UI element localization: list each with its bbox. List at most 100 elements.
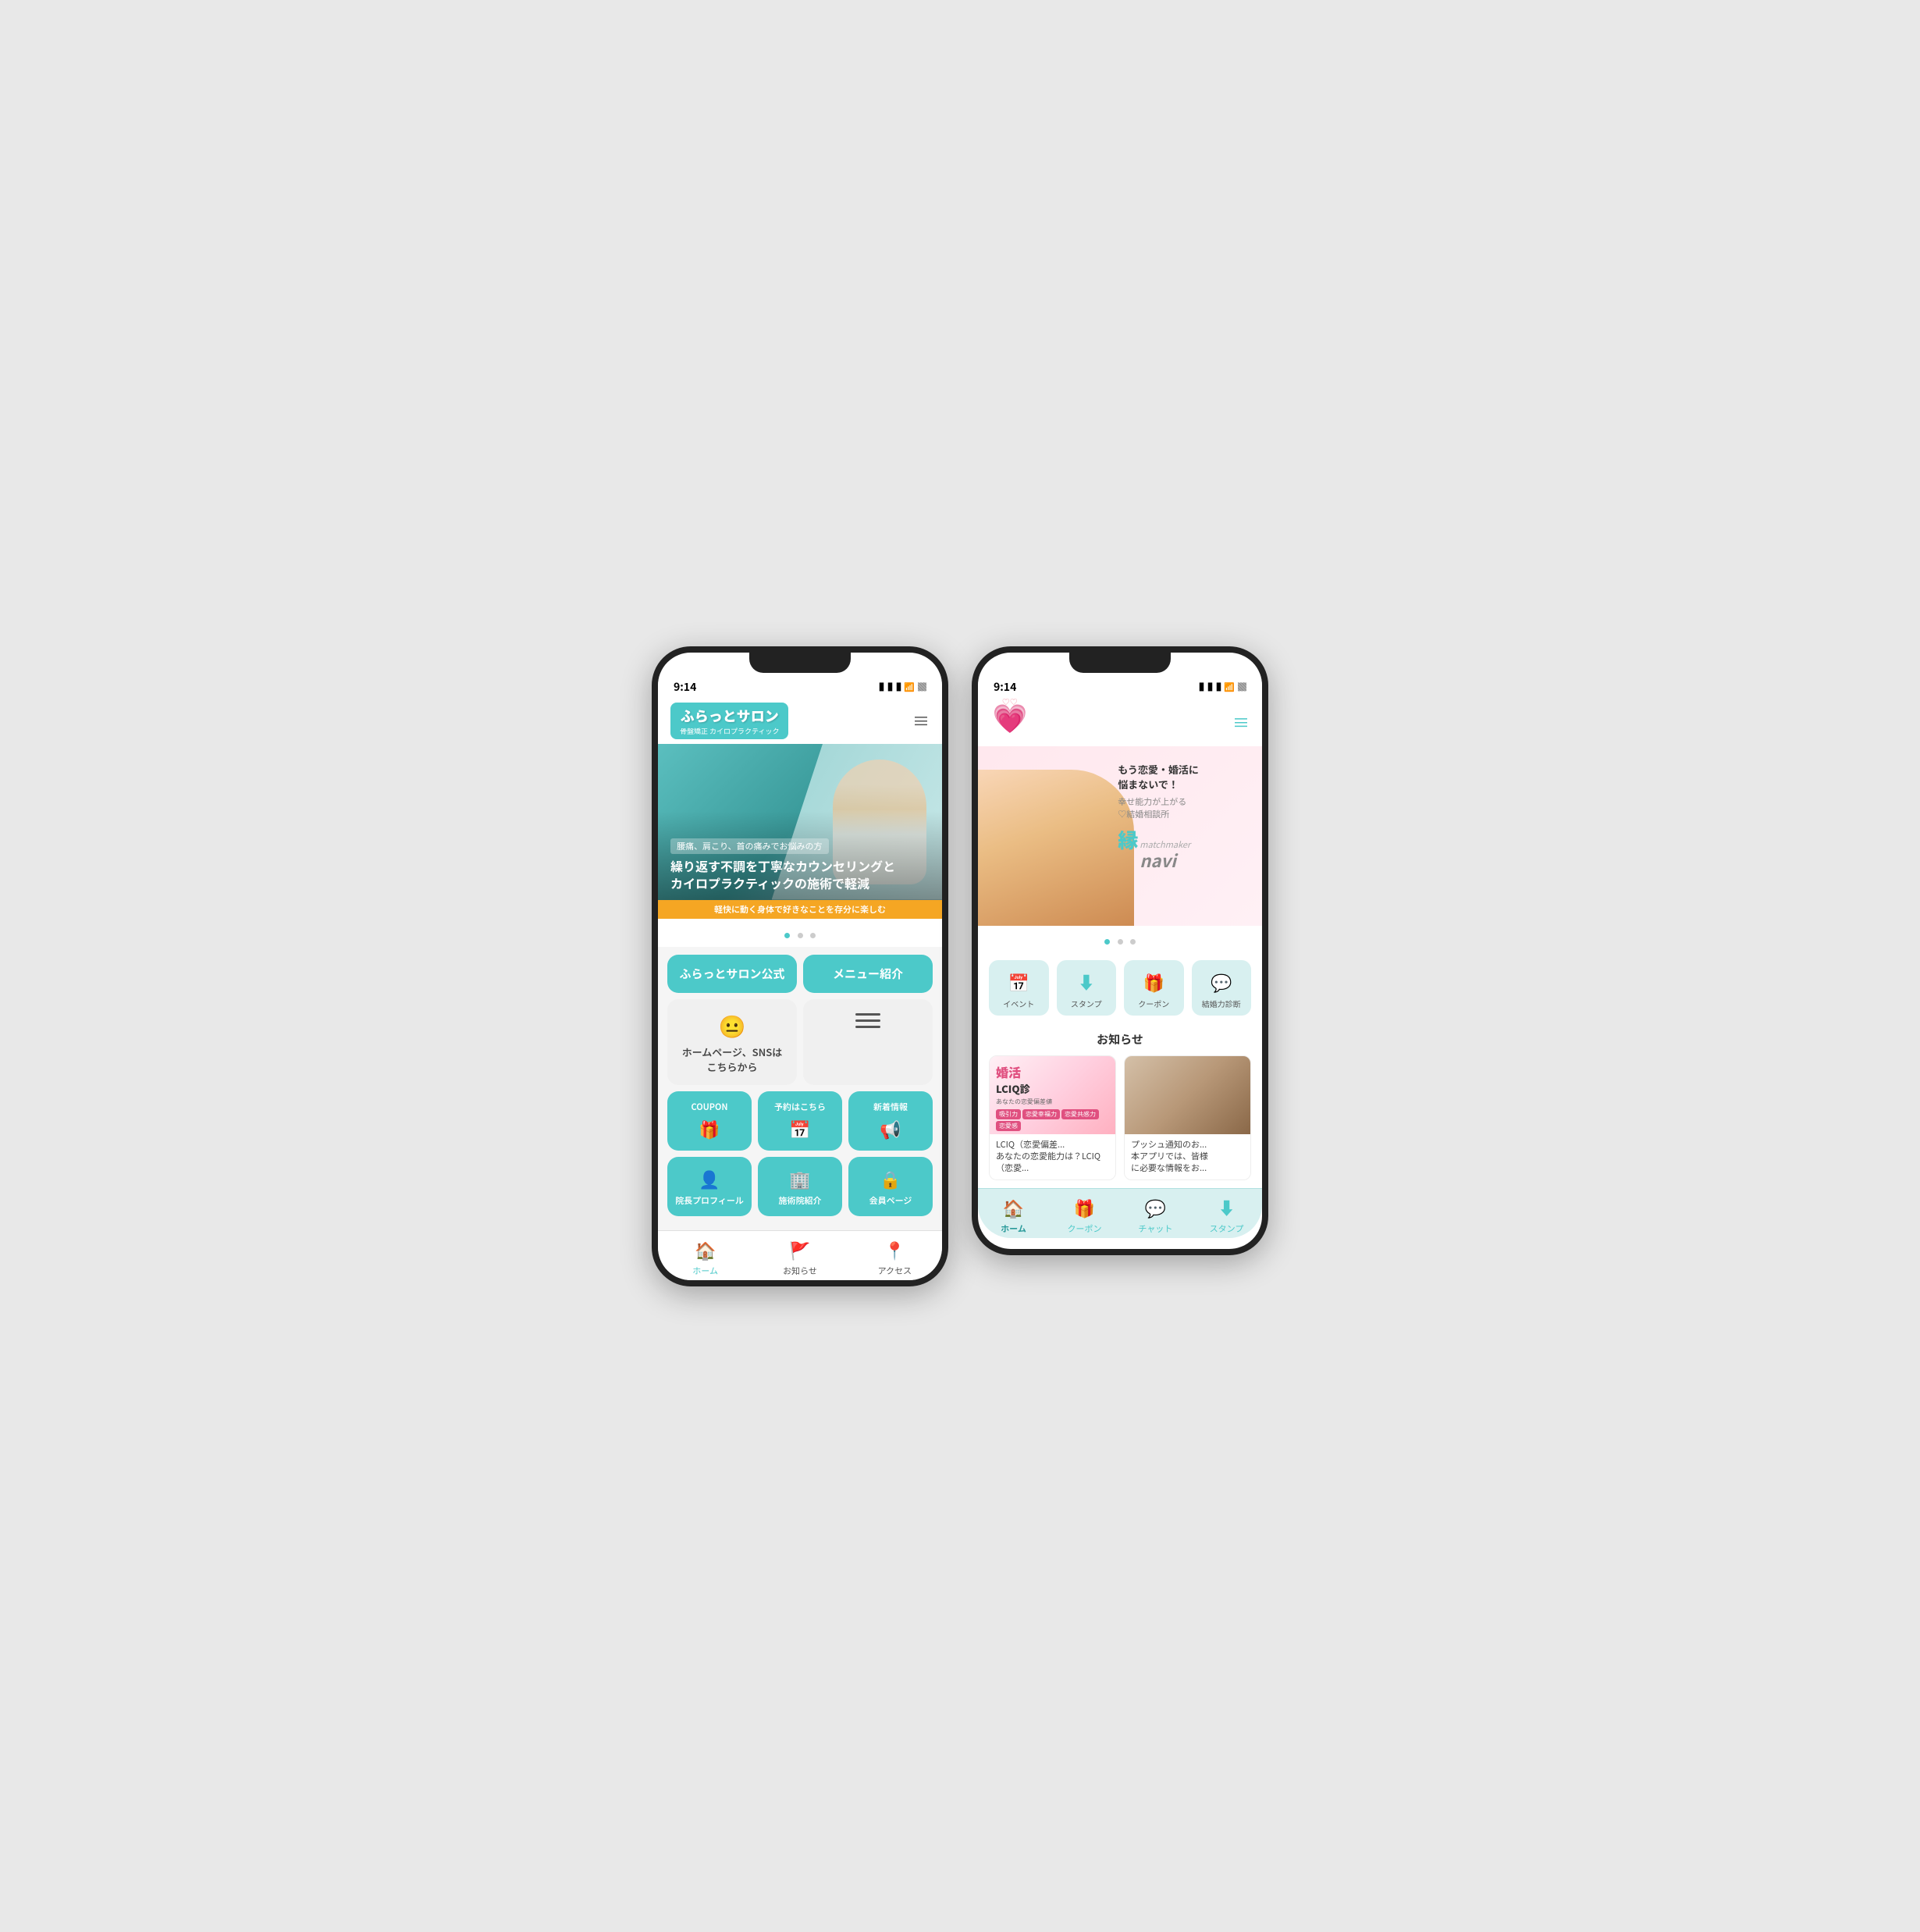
hero-text-area-2: もう恋愛・婚活に悩まないで！ 幸せ能力が上がる♡結婚相談所 縁 matchmak…: [1118, 762, 1254, 871]
btn-event[interactable]: 📅 イベント: [989, 960, 1049, 1016]
hero-text1-2: もう恋愛・婚活に悩まないで！: [1118, 762, 1254, 792]
hero-brand: 縁 matchmaker navi: [1118, 825, 1254, 871]
battery-icon-1: ▓: [918, 681, 926, 693]
btn-salon-official[interactable]: ふらっとサロン公式: [667, 955, 797, 993]
notch-1: [749, 653, 851, 673]
hamburger-icon-2[interactable]: ≡: [1232, 710, 1250, 735]
btn-news[interactable]: 新着情報 📢: [848, 1091, 933, 1151]
thumb1-tags: 吸引力 恋愛幸福力 恋愛共感力 恋愛感: [996, 1109, 1109, 1131]
tag-2: 恋愛幸福力: [1022, 1109, 1060, 1119]
nav2-chat-label: チャット: [1139, 1222, 1173, 1235]
hero-text1-1: 腰痛、肩こり、首の痛みでお悩みの方: [670, 838, 829, 854]
home-icon-1: 🏠: [695, 1237, 716, 1262]
event-label: イベント: [992, 998, 1046, 1009]
news-thumb-1: 婚活 LCIQ診 あなたの恋愛偏差値 吸引力 恋愛幸福力 恋愛共感力 恋愛感: [990, 1056, 1115, 1134]
thumb1-title: 婚活: [996, 1062, 1109, 1081]
news-thumb-2: [1125, 1056, 1250, 1134]
stamp-icon: ⬇: [1060, 970, 1114, 994]
hero-person-2: [978, 770, 1134, 926]
btn-reservation-label: 予約はこちら: [774, 1101, 826, 1113]
phone-2: 9:14 ▐▐▐ 📶 ▓ 💗 ≡: [972, 646, 1268, 1255]
news-desc-1: LCIQ（恋愛偏差...あなたの恋愛能力は？LCIQ（恋愛...: [996, 1139, 1109, 1175]
news-body-2: プッシュ通知のお...本アプリでは、皆様に必要な情報をお...: [1125, 1134, 1250, 1179]
btn-clinic[interactable]: 🏢 施術院紹介: [758, 1157, 842, 1216]
nav-news-1[interactable]: 🚩 お知らせ: [752, 1237, 847, 1277]
grid-row-4: 👤 院長プロフィール 🏢 施術院紹介 🔒 会員ページ: [667, 1157, 933, 1216]
thumb1-sub: LCIQ診: [996, 1081, 1109, 1096]
wifi-icon-2: 📶: [1224, 681, 1235, 693]
logo-1[interactable]: ふらっとサロン 骨盤矯正 カイロプラクティック: [670, 703, 788, 739]
btn-stamp[interactable]: ⬇ スタンプ: [1057, 960, 1117, 1016]
carousel-dots-1: [658, 919, 942, 947]
news-desc-2: プッシュ通知のお...本アプリでは、皆様に必要な情報をお...: [1131, 1139, 1244, 1175]
hero-text2-2: 幸せ能力が上がる♡結婚相談所: [1118, 795, 1254, 820]
dot2-2: [1118, 939, 1123, 945]
nav-news-label-1: お知らせ: [783, 1265, 817, 1277]
icon-grid-2: 📅 イベント ⬇ スタンプ 🎁 クーポン 💬 結婚力診断: [978, 952, 1262, 1023]
menu-lines-icon: [855, 1013, 880, 1028]
nav2-stamp[interactable]: ⬇ スタンプ: [1191, 1195, 1262, 1235]
nav2-coupon[interactable]: 🎁 クーポン: [1049, 1195, 1120, 1235]
signal-icon-2: ▐▐▐: [1195, 681, 1221, 693]
hamburger-icon-1[interactable]: ≡: [912, 708, 930, 733]
signal-icon-1: ▐▐▐: [875, 681, 901, 693]
status-bar-2: 9:14 ▐▐▐ 📶 ▓: [978, 673, 1262, 698]
phone-1: 9:14 ▐▐▐ 📶 ▓ ふらっとサロン 骨盤矯正 カイロプラクティック ≡: [652, 646, 948, 1286]
calendar-icon: 📅: [789, 1116, 810, 1141]
btn-member-label: 会員ページ: [869, 1194, 912, 1207]
nav2-stamp-label: スタンプ: [1210, 1222, 1244, 1235]
btn-menu[interactable]: メニュー紹介: [803, 955, 933, 993]
btn-member[interactable]: 🔒 会員ページ: [848, 1157, 933, 1216]
brand-navi: navi: [1140, 850, 1190, 870]
btn-director[interactable]: 👤 院長プロフィール: [667, 1157, 752, 1216]
dot2-3: [1130, 939, 1136, 945]
pin-icon-1: 📍: [884, 1237, 905, 1262]
header-2: 💗 ≡: [978, 698, 1262, 746]
news-card-2[interactable]: プッシュ通知のお...本アプリでは、皆様に必要な情報をお...: [1124, 1055, 1251, 1180]
status-time-2: 9:14: [994, 679, 1016, 695]
battery-icon-2: ▓: [1238, 681, 1246, 693]
dot-2: [798, 933, 803, 938]
btn-reservation[interactable]: 予約はこちら 📅: [758, 1091, 842, 1151]
gift-icon: 🎁: [699, 1116, 720, 1141]
btn-menu-icon[interactable]: [803, 999, 933, 1085]
nav-home-label-1: ホーム: [692, 1265, 718, 1277]
btn-coupon-2[interactable]: 🎁 クーポン: [1124, 960, 1184, 1016]
coupon-icon: 🎁: [1127, 970, 1181, 994]
news-section: お知らせ 婚活 LCIQ診 あなたの恋愛偏差値 吸引力: [978, 1023, 1262, 1188]
orange-banner: 軽快に動く身体で好きなことを存分に楽しむ: [658, 900, 942, 919]
bottom-nav-1: 🏠 ホーム 🚩 お知らせ 📍 アクセス: [658, 1230, 942, 1280]
carousel-dots-2: [978, 926, 1262, 952]
lock-icon: 🔒: [880, 1166, 901, 1191]
btn-news-label: 新着情報: [873, 1101, 908, 1113]
diag-label: 結婚力診断: [1195, 998, 1249, 1009]
stamp-label: スタンプ: [1060, 998, 1114, 1009]
nav-home-1[interactable]: 🏠 ホーム: [658, 1237, 752, 1277]
coupon-nav-icon: 🎁: [1074, 1195, 1095, 1220]
btn-homepage[interactable]: 😐 ホームページ、SNSはこちらから: [667, 999, 797, 1085]
logo-2: 💗: [990, 703, 1029, 742]
megaphone-icon: 📢: [880, 1116, 901, 1141]
btn-coupon[interactable]: COUPON 🎁: [667, 1091, 752, 1151]
news-card-1[interactable]: 婚活 LCIQ診 あなたの恋愛偏差値 吸引力 恋愛幸福力 恋愛共感力 恋愛感: [989, 1055, 1116, 1180]
btn-diag[interactable]: 💬 結婚力診断: [1192, 960, 1252, 1016]
dot2-1: [1104, 939, 1110, 945]
dot-3: [810, 933, 816, 938]
header-1: ふらっとサロン 骨盤矯正 カイロプラクティック ≡: [658, 698, 942, 744]
building-icon: 🏢: [789, 1166, 810, 1191]
event-icon: 📅: [992, 970, 1046, 994]
chat-icon: 💬: [1145, 1195, 1166, 1220]
nav-access-1[interactable]: 📍 アクセス: [848, 1237, 942, 1277]
nav-access-label-1: アクセス: [878, 1265, 912, 1277]
grid-row-2: 😐 ホームページ、SNSはこちらから: [667, 999, 933, 1085]
tag-3: 恋愛共感力: [1061, 1109, 1099, 1119]
face-icon: 😐: [719, 1010, 746, 1041]
hero-overlay-1: 腰痛、肩こり、首の痛みでお悩みの方 繰り返す不調を丁寧なカウンセリングとカイロプ…: [658, 811, 942, 900]
diag-icon: 💬: [1195, 970, 1249, 994]
grid-section-1: ふらっとサロン公式 メニュー紹介 😐 ホームページ、SNSはこちらから: [658, 947, 942, 1230]
nav2-home[interactable]: 🏠 ホーム: [978, 1195, 1049, 1235]
nav2-chat[interactable]: 💬 チャット: [1120, 1195, 1191, 1235]
btn-coupon-label: COUPON: [691, 1101, 727, 1113]
heart-icon: 💗: [990, 703, 1029, 731]
grid-row-3: COUPON 🎁 予約はこちら 📅 新着情報 📢: [667, 1091, 933, 1151]
